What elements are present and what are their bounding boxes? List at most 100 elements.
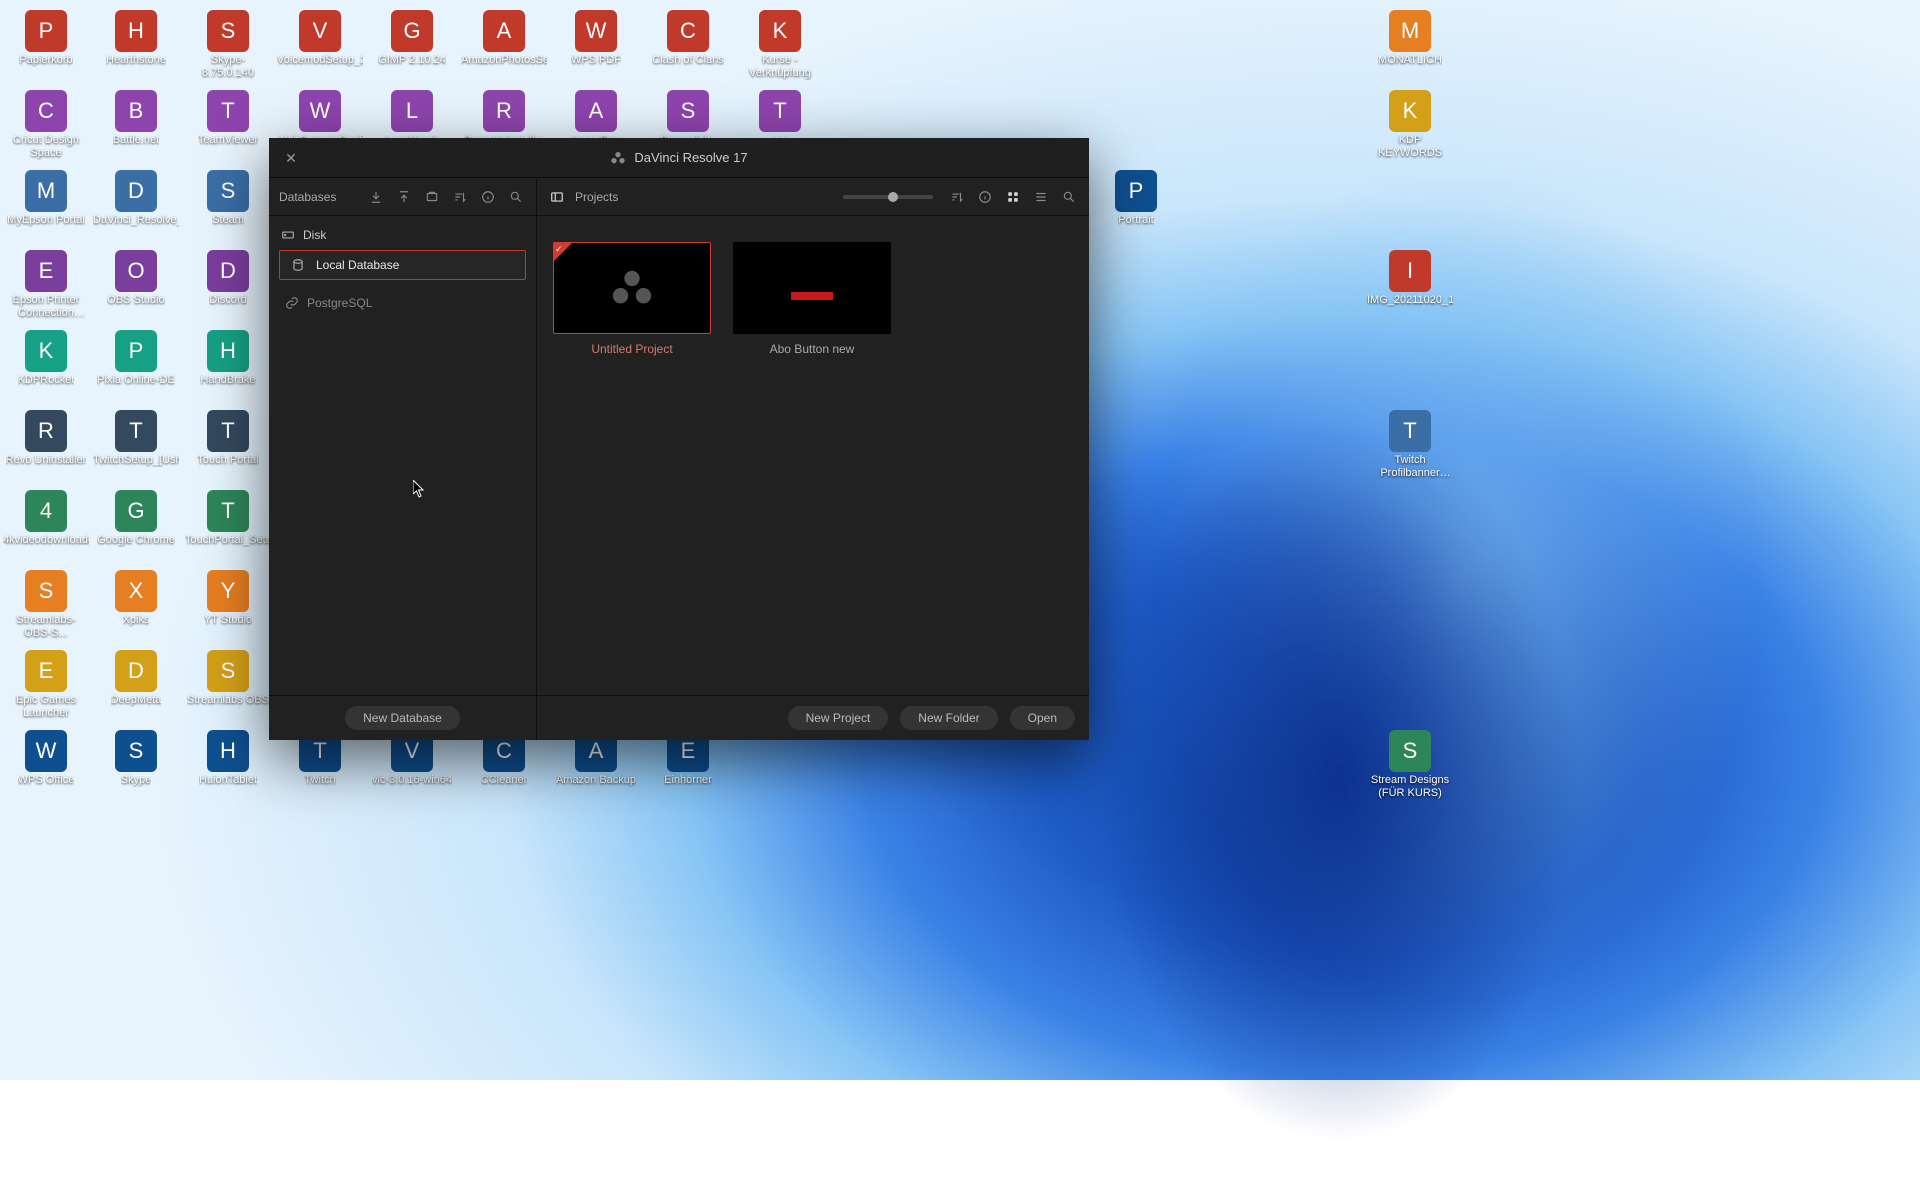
- desktop-icon[interactable]: TTeamViewer: [184, 88, 272, 162]
- desktop-icon[interactable]: IIMG_20211020_114031: [1366, 248, 1454, 322]
- titlebar[interactable]: ✕ DaVinci Resolve 17: [269, 138, 1089, 178]
- desktop-icon[interactable]: EEpson Printer Connection Checker: [2, 248, 90, 322]
- desktop-icon-label: VoicemodSetup_2.1...: [277, 54, 363, 67]
- sort-icon[interactable]: [450, 187, 470, 207]
- postgresql-group[interactable]: PostgreSQL: [275, 288, 530, 318]
- desktop-icon[interactable]: TTwitch Profilbanner template: [1366, 408, 1454, 482]
- desktop-icon-label: DeepMeta: [111, 694, 162, 707]
- desktop-icon[interactable]: RRevo Uninstaller: [2, 408, 90, 482]
- postgresql-label: PostgreSQL: [307, 296, 372, 310]
- desktop-icon-label: Kurse - Verknüpfung: [737, 54, 823, 80]
- desktop-icon[interactable]: SSteam: [184, 168, 272, 242]
- desktop-icon[interactable]: EEpic Games Launcher: [2, 648, 90, 722]
- desktop-icon[interactable]: TTwitchSetup_[Usher...: [92, 408, 180, 482]
- desktop-icon[interactable]: P Papierkorb: [2, 8, 90, 82]
- desktop-icon-label: CCleaner: [481, 774, 527, 787]
- desktop-icon[interactable]: BBattle.net: [92, 88, 180, 162]
- project-card-untitled[interactable]: Untitled Project: [553, 242, 711, 356]
- desktop-icon-label: Revo Uninstaller: [6, 454, 87, 467]
- close-icon[interactable]: ✕: [283, 150, 299, 166]
- project-name: Untitled Project: [591, 342, 672, 356]
- desktop-icon-label: Einhörner: [664, 774, 712, 787]
- databases-header: Databases: [269, 178, 536, 216]
- app-icon: P: [25, 10, 67, 52]
- desktop-icon-label: GIMP 2.10.24: [378, 54, 446, 67]
- desktop-icon[interactable]: WWPS Office: [2, 728, 90, 802]
- desktop-icon[interactable]: KKDP KEYWORDS: [1366, 88, 1454, 162]
- info-icon[interactable]: [478, 187, 498, 207]
- desktop-icon[interactable]: SStreamlabs OBS: [184, 648, 272, 722]
- new-database-button[interactable]: New Database: [345, 706, 460, 730]
- desktop-icon[interactable]: VVoicemodSetup_2.1...: [276, 8, 364, 82]
- projects-pane: Projects Untitled Project: [537, 178, 1089, 740]
- desktop-icon[interactable]: YYT Studio: [184, 568, 272, 642]
- sort-icon[interactable]: [947, 187, 967, 207]
- local-database-item[interactable]: Local Database: [279, 250, 526, 280]
- desktop-icon-label: Steam: [212, 214, 244, 227]
- desktop-icon-label: KDPRocket: [18, 374, 75, 387]
- desktop-icon[interactable]: SSkype-8.75.0.140: [184, 8, 272, 82]
- desktop-icon[interactable]: TTouchPortal_Setup: [184, 488, 272, 562]
- desktop-icon-label: Skype-8.75.0.140: [185, 54, 271, 80]
- desktop-icon[interactable]: DDaVinci_Resolve_16...: [92, 168, 180, 242]
- database-list: Disk Local Database PostgreSQL: [269, 216, 536, 695]
- new-project-button[interactable]: New Project: [788, 706, 889, 730]
- davinci-placeholder-icon: [609, 265, 655, 311]
- db-import-icon[interactable]: [394, 187, 414, 207]
- new-folder-button[interactable]: New Folder: [900, 706, 997, 730]
- desktop-icon[interactable]: CCricut Design Space: [2, 88, 90, 162]
- desktop-icon[interactable]: KKDPRocket: [2, 328, 90, 402]
- app-icon: P: [1115, 170, 1157, 212]
- desktop-icon-label: Streamlabs-OBS-S...: [3, 614, 89, 640]
- desktop-icon[interactable]: HHearthstone: [92, 8, 180, 82]
- desktop-icon[interactable]: G GIMP 2.10.24: [368, 8, 456, 82]
- desktop-icon[interactable]: DDiscord: [184, 248, 272, 322]
- desktop-icon-label: Papierkorb: [19, 54, 72, 67]
- desktop-icon[interactable]: HHuionTablet: [184, 728, 272, 802]
- desktop-icon[interactable]: OOBS Studio: [92, 248, 180, 322]
- projects-header: Projects: [537, 178, 1089, 216]
- desktop-icon-label: KDP KEYWORDS: [1367, 134, 1453, 160]
- app-icon: G: [391, 10, 433, 52]
- desktop-icon[interactable]: KKurse - Verknüpfung: [736, 8, 824, 82]
- desktop-icon-label: Battle.net: [113, 134, 159, 147]
- db-backup-icon[interactable]: [422, 187, 442, 207]
- desktop-icon[interactable]: HHandBrake: [184, 328, 272, 402]
- desktop-icon[interactable]: SStreamlabs-OBS-S...: [2, 568, 90, 642]
- desktop-icon-label: Portrait: [1118, 214, 1153, 227]
- desktop-icon[interactable]: GGoogle Chrome: [92, 488, 180, 562]
- info-icon[interactable]: [975, 187, 995, 207]
- app-icon: S: [207, 10, 249, 52]
- disk-group[interactable]: Disk: [275, 224, 530, 246]
- desktop-icon[interactable]: AAmazonPhotosSetup: [460, 8, 548, 82]
- sidebar-toggle-icon[interactable]: [547, 187, 567, 207]
- thumbnail-preview: [791, 292, 833, 300]
- project-thumbnail[interactable]: [733, 242, 891, 334]
- desktop-icon[interactable]: DDeepMeta: [92, 648, 180, 722]
- desktop-icon[interactable]: P Portrait: [1092, 168, 1180, 242]
- desktop-icon-label: Stream Designs (FÜR KURS): [1367, 774, 1453, 800]
- search-icon[interactable]: [506, 187, 526, 207]
- desktop-icon-label: TouchPortal_Setup: [185, 534, 271, 547]
- thumbnail-size-slider[interactable]: [843, 195, 933, 199]
- desktop-icon[interactable]: CClash of Clans: [644, 8, 732, 82]
- desktop-icon[interactable]: XXpiks: [92, 568, 180, 642]
- desktop-icon[interactable]: TTouch Portal: [184, 408, 272, 482]
- grid-view-icon[interactable]: [1003, 187, 1023, 207]
- open-button[interactable]: Open: [1010, 706, 1075, 730]
- search-icon[interactable]: [1059, 187, 1079, 207]
- app-icon: K: [759, 10, 801, 52]
- desktop-icon-label: Hearthstone: [106, 54, 166, 67]
- desktop-icon[interactable]: 44kvideodownloader...: [2, 488, 90, 562]
- desktop-icon[interactable]: MMONATLICH: [1366, 8, 1454, 82]
- project-card-abo-button[interactable]: Abo Button new: [733, 242, 891, 356]
- desktop-icon[interactable]: SStream Designs (FÜR KURS): [1366, 728, 1454, 802]
- list-view-icon[interactable]: [1031, 187, 1051, 207]
- desktop-icon[interactable]: PPixia Online-DE: [92, 328, 180, 402]
- db-export-icon[interactable]: [366, 187, 386, 207]
- desktop-icon[interactable]: WWPS PDF: [552, 8, 640, 82]
- app-icon: C: [667, 10, 709, 52]
- desktop-icon[interactable]: SSkype: [92, 728, 180, 802]
- desktop-icon[interactable]: MMyEpson Portal: [2, 168, 90, 242]
- project-thumbnail[interactable]: [553, 242, 711, 334]
